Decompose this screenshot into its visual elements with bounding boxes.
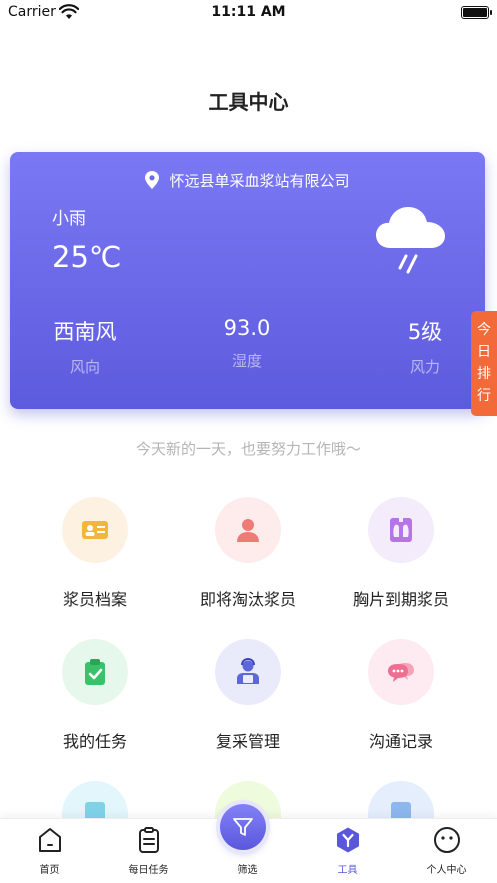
- location-pin-icon: [145, 171, 160, 189]
- profile-face-icon: [434, 827, 460, 853]
- wind-direction-value: 西南风: [53, 320, 117, 344]
- clipboard-check-icon: [85, 659, 105, 685]
- tab-label: 每日任务: [128, 865, 169, 876]
- tool-icon-circle-partial: [62, 781, 128, 818]
- tools-icon: [337, 827, 359, 853]
- tool-label: 即将淘汰浆员: [199, 590, 296, 609]
- tool-label: 胸片到期浆员: [352, 590, 449, 609]
- today-ranking-tab[interactable]: 今日排行: [471, 311, 497, 416]
- tab-home[interactable]: 首页: [0, 819, 99, 883]
- tab-label: 个人中心: [426, 865, 467, 876]
- ranking-tab-char: 排: [477, 366, 491, 382]
- tool-icon-circle: [215, 639, 281, 705]
- location-label: 怀远县单采血浆站有限公司: [169, 172, 350, 190]
- humidity-value: 93.0: [223, 316, 271, 340]
- weather-temperature: 25℃: [52, 240, 122, 274]
- tab-daily-tasks[interactable]: 每日任务: [99, 819, 198, 883]
- filter-icon: [233, 818, 253, 836]
- ranking-tab-char: 行: [477, 388, 491, 404]
- status-time: 11:11 AM: [211, 4, 286, 20]
- battery-level: [463, 8, 487, 17]
- tool-icon-circle: [62, 497, 128, 563]
- ranking-tab-char: 今: [477, 322, 491, 338]
- tool-icon-circle: [62, 639, 128, 705]
- tool-xray-expired-donors[interactable]: 胸片到期浆员: [321, 497, 481, 610]
- tool-icon-circle-partial: [368, 781, 434, 818]
- person-icon: [237, 519, 259, 542]
- tool-icon-circle: [215, 497, 281, 563]
- task-list-icon: [139, 827, 159, 853]
- tab-label: 筛选: [237, 865, 258, 876]
- location-row: 怀远县单采血浆站有限公司: [10, 170, 485, 191]
- tab-tools[interactable]: 工具: [298, 819, 397, 883]
- tool-my-tasks[interactable]: 我的任务: [15, 639, 175, 752]
- tool-label: 我的任务: [62, 732, 127, 751]
- status-bar: Carrier 11:11 AM: [0, 0, 497, 26]
- tool-recollection-management[interactable]: 复采管理: [168, 639, 328, 752]
- filter-button[interactable]: [220, 804, 266, 850]
- tool-label: 沟通记录: [368, 732, 433, 751]
- battery-icon: [461, 6, 492, 19]
- tab-profile[interactable]: 个人中心: [397, 819, 496, 883]
- wind-direction-stat: 西南风 风向: [10, 316, 160, 377]
- cloud-rain-icon: [376, 207, 445, 274]
- tool-communication-records[interactable]: 沟通记录: [321, 639, 481, 752]
- tab-label: 首页: [39, 865, 60, 876]
- tool-label: 复采管理: [215, 732, 280, 751]
- weather-condition: 小雨: [52, 209, 86, 229]
- tool-icon-circle: [368, 639, 434, 705]
- tool-soon-eliminated-donors[interactable]: 即将淘汰浆员: [168, 497, 328, 610]
- home-icon: [39, 828, 61, 852]
- xray-icon: [390, 518, 412, 542]
- tool-plasma-donor-archive[interactable]: 浆员档案: [15, 497, 175, 610]
- document-icon: [85, 802, 105, 818]
- tab-label: 工具: [337, 865, 358, 876]
- humidity-stat: 93.0 湿度: [172, 316, 322, 371]
- motto-text: 今天新的一天，也要努力工作哦～: [135, 440, 361, 458]
- page-title: 工具中心: [208, 90, 289, 114]
- wind-direction-label: 风向: [69, 358, 100, 376]
- operator-icon: [237, 658, 259, 684]
- tool-icon-circle: [368, 497, 434, 563]
- id-card-icon: [82, 521, 108, 539]
- chat-bubbles-icon: [388, 663, 414, 682]
- weather-card: 怀远县单采血浆站有限公司 小雨 25℃ 西南风 风向 93.0 湿度 5级 风力: [10, 152, 485, 409]
- humidity-label: 湿度: [231, 352, 262, 370]
- tool-label: 浆员档案: [62, 590, 127, 609]
- ranking-tab-char: 日: [477, 344, 491, 360]
- list-icon: [391, 802, 411, 818]
